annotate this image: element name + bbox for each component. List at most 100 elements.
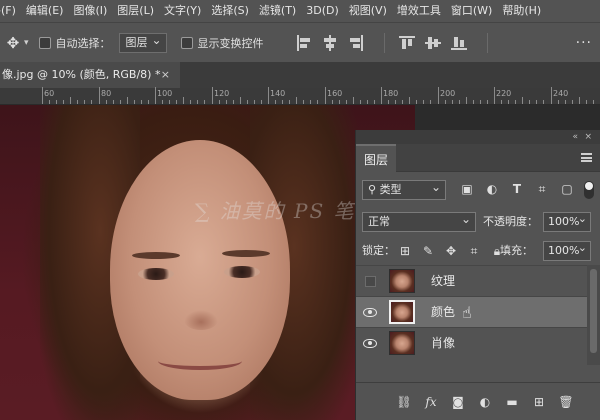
panel-menu-icon[interactable] [581, 153, 592, 162]
smart-object-filter-icon[interactable]: ▢ [560, 182, 574, 196]
ruler-minor-tick [353, 97, 354, 104]
new-group-icon[interactable]: ▬ [504, 394, 520, 410]
kind-filter-dropdown[interactable]: ⚲ 类型 [362, 178, 446, 200]
ruler-major-tick [438, 87, 439, 104]
document-tab-title: 像.jpg @ 10% (颜色, RGB/8) * [2, 68, 161, 81]
photo-right-brow [222, 250, 270, 257]
ruler-minor-tick [56, 100, 57, 104]
ruler-major-tick [268, 87, 269, 104]
filter-row: ⚲ 类型 ▣ ◐ T ⌗ ▢ [356, 172, 600, 208]
menu-file[interactable]: 文件(F) [0, 0, 21, 22]
shape-filter-icon[interactable]: ⌗ [535, 182, 549, 196]
chevron-down-icon[interactable]: ▾ [24, 38, 29, 48]
ruler-minor-tick [141, 100, 142, 104]
adjustment-layer-icon[interactable]: ◐ [477, 394, 493, 410]
ruler-minor-tick [572, 100, 573, 104]
scrollbar-thumb[interactable] [590, 269, 597, 353]
photo-nose [184, 310, 218, 330]
ruler-label: 80 [101, 89, 112, 98]
layer-row-portrait[interactable]: 肖像 [356, 327, 588, 358]
fill-field[interactable]: 100% [543, 239, 591, 261]
menu-type[interactable]: 文字(Y) [159, 0, 206, 22]
fill-label: 填充： [500, 244, 533, 257]
layer-effects-icon[interactable]: fx [423, 394, 439, 410]
more-options-icon[interactable]: ··· [576, 35, 592, 51]
photo-face [110, 140, 290, 400]
ruler-minor-tick [197, 100, 198, 104]
lock-brush-icon[interactable]: ✎ [421, 244, 435, 258]
add-mask-icon[interactable]: ◙ [450, 394, 466, 410]
type-filter-icon[interactable]: T [510, 182, 524, 196]
visibility-toggle[interactable] [363, 337, 377, 349]
menu-layer[interactable]: 图层(L) [112, 0, 159, 22]
close-panel-icon[interactable]: × [584, 130, 592, 144]
ruler-minor-tick [176, 100, 177, 104]
visibility-off-toggle[interactable] [365, 276, 376, 287]
tab-layers[interactable]: 图层 [356, 144, 396, 172]
align-middle-v-icon[interactable] [423, 33, 443, 53]
menu-plugins[interactable]: 增效工具 [392, 0, 446, 22]
opacity-field[interactable]: 100% [543, 210, 591, 232]
canvas[interactable]: ∑ 油莫的 PS 笔记 « × 图层 ⚲ 类型 ▣ ◐ T ⌗ ▢ [0, 105, 600, 420]
auto-select-target-dropdown[interactable]: 图层 [118, 31, 167, 53]
ruler-minor-tick [169, 100, 170, 104]
layer-name[interactable]: 肖像 [431, 328, 455, 358]
menu-filter[interactable]: 滤镜(T) [254, 0, 301, 22]
align-center-h-icon[interactable] [320, 33, 340, 53]
layer-thumbnail [389, 331, 415, 355]
ruler-label: 60 [44, 89, 55, 98]
menu-window[interactable]: 窗口(W) [446, 0, 497, 22]
layer-name[interactable]: 纹理 [431, 266, 455, 296]
ruler-label: 180 [383, 89, 399, 98]
menu-edit[interactable]: 编辑(E) [21, 0, 69, 22]
ruler-minor-tick [388, 100, 389, 104]
menu-3d[interactable]: 3D(D) [301, 0, 344, 22]
hand-cursor-icon: ☝ [462, 303, 472, 322]
divider [383, 32, 385, 53]
menu-view[interactable]: 视图(V) [344, 0, 392, 22]
ruler-minor-tick [409, 97, 410, 104]
menu-bar: 文件(F) 编辑(E) 图像(I) 图层(L) 文字(Y) 选择(S) 滤镜(T… [0, 0, 600, 22]
ruler-minor-tick [416, 100, 417, 104]
blend-mode-dropdown[interactable]: 正常 [362, 210, 476, 232]
portrait-photo: ∑ 油莫的 PS 笔记 [0, 105, 415, 420]
layer-name[interactable]: 颜色 [431, 297, 455, 327]
visibility-toggle[interactable] [363, 306, 377, 318]
layer-list-scrollbar[interactable] [587, 265, 600, 365]
align-bottom-icon[interactable] [449, 33, 469, 53]
photo-left-eye [138, 268, 174, 280]
filter-toggle[interactable] [584, 181, 594, 199]
menu-help[interactable]: 帮助(H) [497, 0, 546, 22]
ruler-minor-tick [190, 100, 191, 104]
menu-select[interactable]: 选择(S) [206, 0, 254, 22]
move-tool-icon[interactable]: ✥ [2, 34, 24, 52]
delete-layer-icon[interactable]: 🗑︎ [558, 394, 574, 410]
close-tab-icon[interactable]: × [161, 62, 170, 88]
pixel-filter-icon[interactable]: ▣ [460, 182, 474, 196]
show-transform-checkbox[interactable] [180, 36, 193, 49]
lock-artboard-icon[interactable]: ⌗ [467, 244, 481, 258]
align-right-icon[interactable] [346, 33, 366, 53]
ruler-label: 200 [440, 89, 456, 98]
ruler-minor-tick [367, 100, 368, 104]
lock-transparent-icon[interactable]: ⊞ [398, 244, 412, 258]
lock-position-icon[interactable]: ✥ [444, 244, 458, 258]
layer-row-color[interactable]: 颜色 ☝ [356, 296, 588, 327]
panel-title-strip: « × [356, 130, 600, 144]
document-tab[interactable]: 像.jpg @ 10% (颜色, RGB/8) * × [0, 62, 180, 88]
adjustment-filter-icon[interactable]: ◐ [485, 182, 499, 196]
align-top-icon[interactable] [397, 33, 417, 53]
ruler-minor-tick [586, 100, 587, 104]
ruler-minor-tick [127, 97, 128, 104]
ruler-minor-tick [430, 100, 431, 104]
new-layer-icon[interactable]: ⊞ [531, 394, 547, 410]
link-layers-icon[interactable]: ⛓ [396, 394, 412, 410]
ruler-minor-tick [346, 100, 347, 104]
layer-list: 纹理 颜色 ☝ 肖像 [356, 265, 588, 358]
ruler-minor-tick [162, 100, 163, 104]
menu-image[interactable]: 图像(I) [68, 0, 112, 22]
layer-row-texture[interactable]: 纹理 [356, 265, 588, 296]
auto-select-checkbox[interactable] [38, 36, 51, 49]
align-left-icon[interactable] [294, 33, 314, 53]
collapse-panel-icon[interactable]: « [572, 130, 578, 144]
